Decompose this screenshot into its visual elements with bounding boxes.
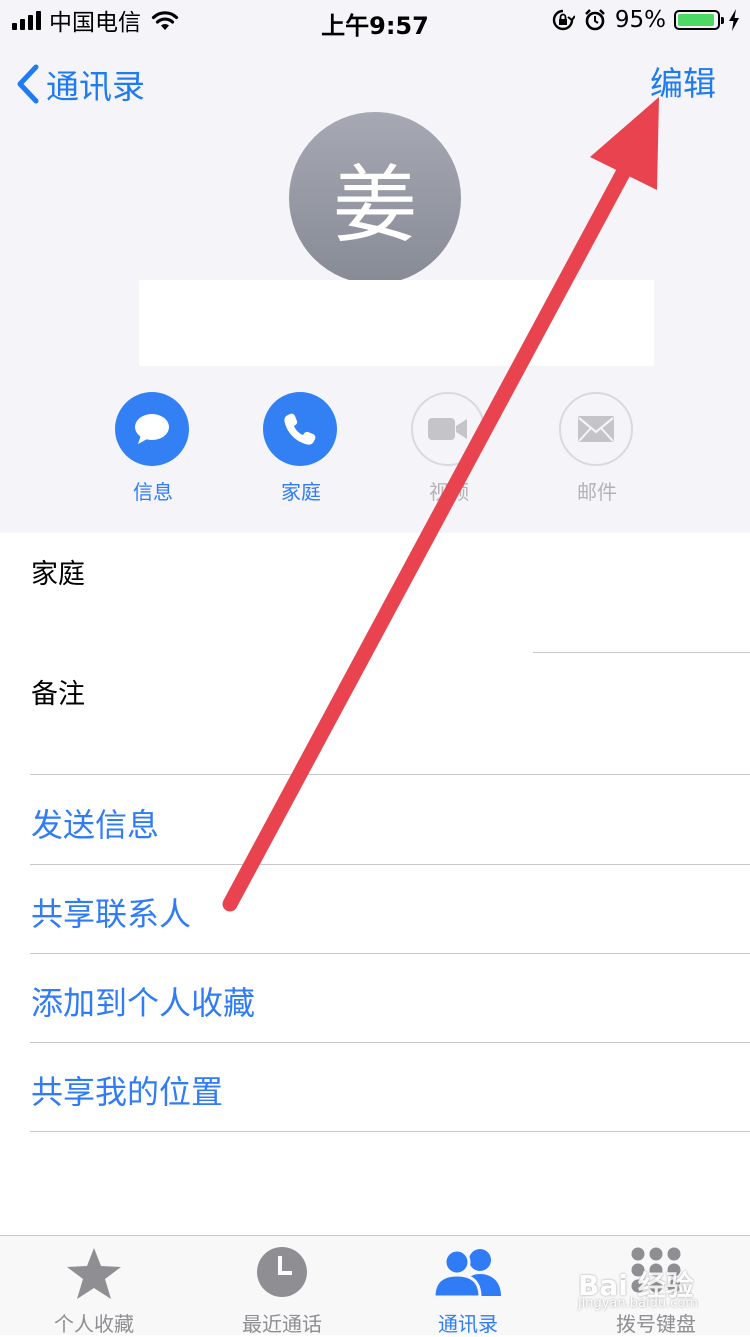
status-bar: 中国电信 上午9:57 95% (0, 0, 750, 40)
phone-icon (284, 413, 316, 445)
mail-action-circle (559, 392, 633, 466)
divider (30, 953, 750, 954)
call-action-button[interactable]: 家庭 (263, 392, 339, 505)
video-action-circle (411, 392, 485, 466)
tab-recents[interactable]: 最近通话 (202, 1236, 362, 1336)
chevron-left-icon (17, 64, 39, 104)
back-button-label: 通讯录 (46, 67, 145, 106)
baidu-watermark-url: jingyan.baidu.com (578, 1296, 698, 1311)
divider (30, 1131, 750, 1132)
divider (30, 864, 750, 865)
message-action-button[interactable]: 信息 (115, 392, 191, 505)
add-to-favorites-link[interactable]: 添加到个人收藏 (31, 978, 255, 1024)
mail-icon (578, 416, 614, 442)
tab-contacts-label: 通讯录 (438, 1312, 498, 1336)
edit-button[interactable]: 编辑 (650, 62, 716, 106)
video-action-button: 视频 (411, 392, 487, 505)
contacts-icon (433, 1248, 501, 1298)
status-right: 95% (551, 6, 740, 34)
divider (533, 652, 750, 653)
notes-field-label[interactable]: 备注 (31, 672, 85, 711)
battery-percent: 95% (614, 7, 666, 33)
tab-favorites[interactable]: 个人收藏 (14, 1236, 174, 1336)
video-icon (428, 418, 467, 440)
call-action-circle (263, 392, 337, 466)
back-button[interactable]: 通讯录 (16, 62, 145, 106)
tab-contacts[interactable]: 通讯录 (388, 1236, 548, 1336)
charging-bolt-icon (729, 9, 739, 31)
send-message-link[interactable]: 发送信息 (31, 800, 159, 846)
share-contact-link[interactable]: 共享联系人 (31, 889, 191, 935)
mail-action-label: 邮件 (577, 480, 617, 504)
message-action-circle (115, 392, 189, 466)
star-icon (67, 1248, 121, 1299)
avatar-initial: 姜 (332, 155, 417, 254)
contact-name-redacted (139, 280, 654, 366)
share-location-link[interactable]: 共享我的位置 (31, 1067, 223, 1113)
battery-level (678, 14, 714, 26)
clock-icon (257, 1247, 307, 1297)
divider (30, 774, 750, 775)
divider (30, 1042, 750, 1043)
message-icon (135, 414, 169, 444)
rotation-lock-icon (552, 9, 575, 31)
tab-keypad-label: 拨号键盘 (616, 1312, 696, 1336)
mail-action-button: 邮件 (559, 392, 635, 505)
tab-favorites-label: 个人收藏 (54, 1312, 134, 1336)
battery-icon (674, 10, 724, 30)
phone-field-label: 家庭 (31, 559, 85, 590)
alarm-icon (585, 9, 605, 31)
call-action-label: 家庭 (281, 480, 321, 504)
video-action-label: 视频 (429, 480, 469, 504)
tab-recents-label: 最近通话 (242, 1312, 322, 1336)
contact-avatar: 姜 (289, 112, 461, 284)
message-action-label: 信息 (133, 480, 173, 504)
